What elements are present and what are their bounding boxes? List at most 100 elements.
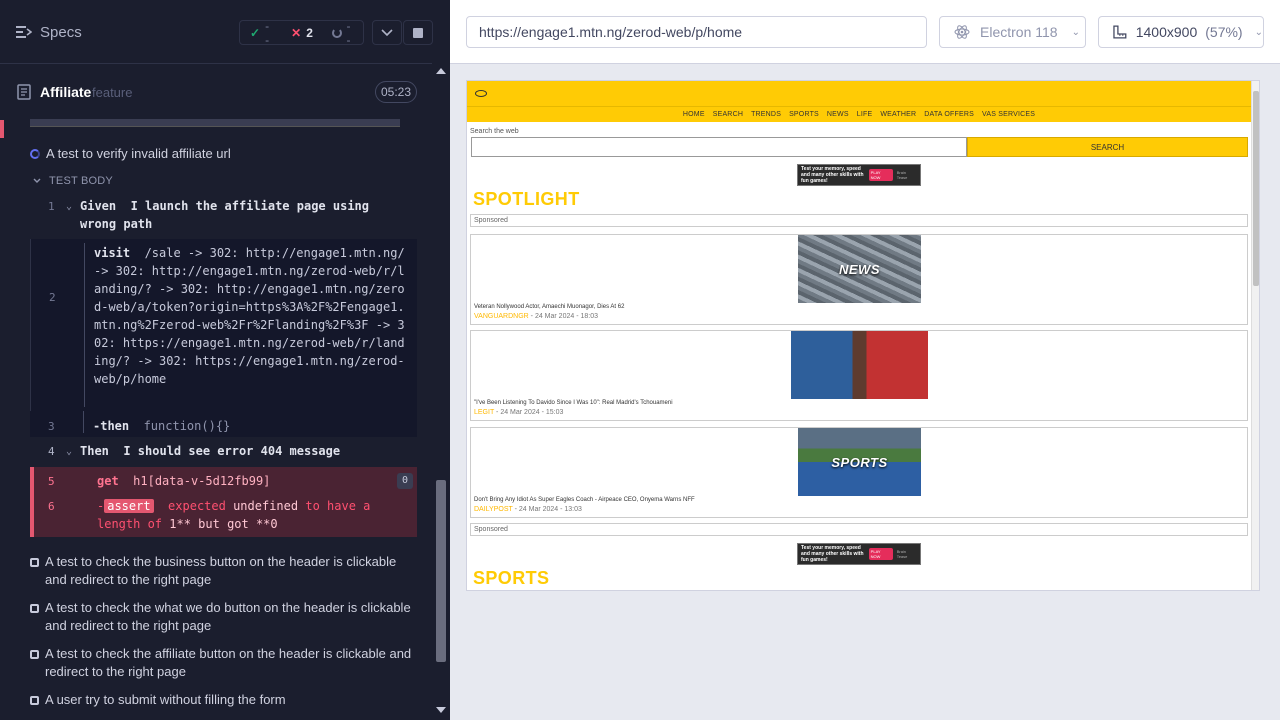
news-headline: Veteran Nollywood Actor, Amaechi Muonago… [474,304,625,310]
nav-data-offers[interactable]: DATA OFFERS [924,111,974,118]
nav-trends[interactable]: TRENDS [751,111,781,118]
pending-count: -- [346,18,351,47]
ad-banner[interactable]: Test your memory, speed and many other s… [797,164,921,186]
pending-stat: -- [322,19,363,47]
document-icon [17,84,31,100]
test-item-title: A test to check the what we do button on… [45,600,411,633]
x-icon: ✕ [291,25,302,40]
news-source-line: VANGUARDNGR - 24 Mar 2024 - 18:03 [474,313,598,320]
preview-toolbar: https://engage1.mtn.ng/zerod-web/p/home … [450,0,1280,64]
news-card[interactable]: NEWS Veteran Nollywood Actor, Amaechi Mu… [470,234,1248,325]
nav-home[interactable]: HOME [683,111,705,118]
web-search-button[interactable]: SEARCH [967,137,1248,157]
runner-scrollbar-thumb[interactable] [436,480,446,662]
check-icon: ✓ [250,25,261,40]
zoom-level: (57%) [1205,24,1243,40]
assert-actual-value: undefined [233,499,299,513]
viewport-size: 1400x900 [1135,24,1198,40]
test-item-title: A test to check the affiliate button on … [45,646,412,679]
scroll-up-arrow-icon[interactable] [436,68,446,74]
scroll-down-arrow-icon[interactable] [436,707,446,713]
nav-sports[interactable]: SPORTS [789,111,819,118]
test-item[interactable]: A test to check the affiliate button on … [30,645,417,681]
spec-file-extension: feature [92,85,133,100]
news-headline: "I've Been Listening To Davido Since I W… [474,400,673,406]
web-search-input[interactable] [471,137,967,157]
chevron-down-icon [381,28,393,36]
nav-life[interactable]: LIFE [857,111,873,118]
ad-brand: Brain Tease [896,170,908,180]
chevron-down-icon: ⌄ [1254,26,1263,38]
command-visit[interactable]: 2 visit /sale -> 302: http://engage1.mtn… [30,239,417,411]
nav-search[interactable]: SEARCH [713,111,743,118]
sponsored-label: Sponsored [470,523,1248,536]
ad-cta: PLAY NOW [868,548,893,560]
news-thumbnail: NEWS [798,235,921,303]
app-under-test-frame[interactable]: HOME SEARCH TRENDS SPORTS NEWS LIFE WEAT… [466,80,1260,591]
pending-checkbox-icon [30,696,39,705]
command-message: /sale -> 302: http://engage1.mtn.ng/ -> … [94,246,412,386]
chevron-down-icon: ⌄ [1071,26,1080,38]
news-date: - 24 Mar 2024 - 15:03 [494,409,564,416]
pending-checkbox-icon [30,650,39,659]
command-number: 2 [49,291,56,304]
specs-header: Specs ✓ -- ✕ 2 -- [0,0,433,64]
nav-weather[interactable]: WEATHER [880,111,916,118]
viewport-selector[interactable]: 1400x900 (57%) ⌄ [1098,16,1264,48]
run-stats: ✓ -- ✕ 2 -- [239,19,364,47]
nav-news[interactable]: NEWS [827,111,849,118]
command-number: 3 [48,420,55,433]
command-then-step[interactable]: 4 ⌄ Then I should see error 404 message [30,437,417,467]
command-text: I should see error 404 message [123,444,341,458]
command-given[interactable]: 1 ⌄ Given I launch the affiliate page us… [30,193,417,239]
spec-duration-badge: 05:23 [375,81,417,103]
test-item[interactable]: A user try to submit without filling the… [30,691,417,709]
command-number: 4 [48,445,55,458]
command-message: function(){} [143,419,231,433]
news-source: LEGIT [474,409,495,416]
options-dropdown-button[interactable] [372,20,402,45]
specs-menu-icon[interactable] [16,25,32,39]
browser-selector[interactable]: Electron 118 ⌄ [939,16,1086,48]
test-title-row[interactable]: A test to verify invalid affiliate url [30,146,231,161]
command-then[interactable]: 3 -then function(){} [30,411,417,437]
spotlight-heading: SPOTLIGHT [473,189,580,209]
test-title: A test to verify invalid affiliate url [46,146,231,161]
news-card[interactable]: "I've Been Listening To Davido Since I W… [470,330,1248,421]
test-item[interactable]: A test to check the business button on t… [30,553,417,589]
command-assert-failed[interactable]: 6 - assert expected undefined to have a l… [30,495,417,537]
command-get-failed[interactable]: 5 get h1[data-v-5d12fb99] 0 [30,467,417,495]
failure-indicator [0,120,4,138]
failed-count: 2 [306,25,313,40]
site-scrollbar-thumb[interactable] [1253,91,1259,286]
browser-name: Electron 118 [980,24,1058,40]
spec-file-row[interactable]: Affiliate feature 05:23 [0,65,432,117]
mtn-logo-icon[interactable] [475,90,487,97]
search-label: Search the web [470,128,519,135]
test-item-title: A test to check the business button on t… [45,554,397,587]
running-spinner-icon [30,148,40,159]
passed-count: -- [265,18,270,47]
passed-stat: ✓ -- [240,19,281,47]
spec-file-name: Affiliate [40,84,92,100]
assert-count-message: 1** but got **0 [169,517,278,531]
chevron-down-icon: ⌄ [66,201,73,212]
sports-heading: SPORTS [473,568,550,588]
nav-vas-services[interactable]: VAS SERVICES [982,111,1035,118]
ad-cta: PLAY NOW [868,169,893,181]
specs-title[interactable]: Specs [40,24,82,41]
command-number: 6 [48,500,55,513]
url-bar[interactable]: https://engage1.mtn.ng/zerod-web/p/home [466,16,927,48]
assert-expected: expected [168,499,226,513]
test-item[interactable]: A test to check the what we do button on… [30,599,417,635]
news-card[interactable]: SPORTS Don't Bring Any Idiot As Super Ea… [470,427,1248,518]
command-keyword: Given [80,199,117,213]
stop-button[interactable] [403,20,433,45]
spec-runner-panel: Specs ✓ -- ✕ 2 -- Affiliate feature 05:2… [0,0,450,720]
command-keyword: visit [94,246,131,260]
news-source-line: DAILYPOST - 24 Mar 2024 - 13:03 [474,506,582,513]
ad-banner[interactable]: Test your memory, speed and many other s… [797,543,921,565]
test-body-toggle[interactable]: TEST BODY [33,175,113,187]
ad-brand: Brain Tease [896,549,908,559]
command-number: 5 [48,475,55,488]
